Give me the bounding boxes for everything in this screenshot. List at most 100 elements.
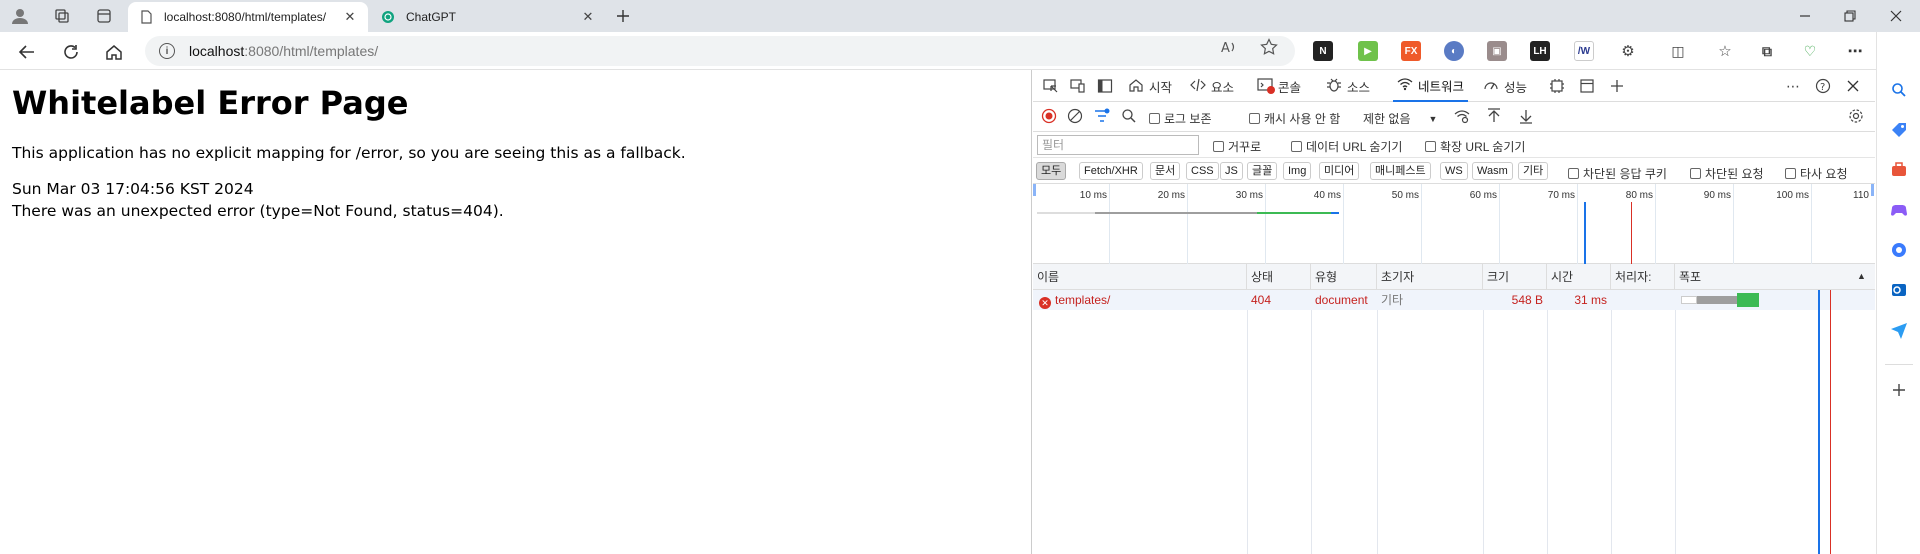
extensions-puzzle-icon[interactable]: ⚙: [1618, 41, 1638, 61]
type-filter-font[interactable]: 글꼴: [1247, 162, 1278, 180]
lh-extension-icon[interactable]: LH: [1530, 41, 1550, 61]
split-screen-icon[interactable]: ◫: [1668, 41, 1688, 61]
tools-briefcase-icon[interactable]: [1887, 158, 1911, 182]
more-menu-icon[interactable]: ⋯: [1845, 41, 1865, 61]
type-filter-ws[interactable]: WS: [1440, 162, 1468, 180]
profile-icon[interactable]: [8, 4, 32, 28]
column-type[interactable]: 유형: [1311, 264, 1377, 290]
table-row[interactable]: ✕ templates/ 404 document 기타 548 B 31 ms: [1033, 290, 1875, 310]
close-window-icon[interactable]: [1876, 4, 1916, 28]
read-aloud-icon[interactable]: A: [1220, 38, 1238, 60]
column-name[interactable]: 이름: [1033, 264, 1247, 290]
tab-network[interactable]: 네트워크: [1393, 70, 1469, 102]
address-bar[interactable]: i localhost:8080/html/templates/: [145, 36, 1295, 66]
outlook-icon[interactable]: [1887, 278, 1911, 302]
type-filter-other[interactable]: 기타: [1518, 162, 1549, 180]
throttle-select[interactable]: 제한 없음 ▼: [1363, 110, 1437, 127]
checkbox-box[interactable]: [1690, 168, 1701, 179]
type-filter-css[interactable]: CSS: [1186, 162, 1219, 180]
notion-extension-icon[interactable]: N: [1313, 41, 1333, 61]
column-initiator[interactable]: 초기자: [1377, 264, 1483, 290]
add-sidebar-app-icon[interactable]: [1887, 378, 1911, 402]
tab-elements[interactable]: 요소: [1190, 70, 1234, 102]
checkbox-box[interactable]: [1425, 141, 1436, 152]
type-filter-wasm[interactable]: Wasm: [1472, 162, 1513, 180]
site-info-icon[interactable]: i: [159, 43, 175, 59]
tab-console[interactable]: 콘솔: [1257, 70, 1301, 102]
favorites-icon[interactable]: ☆: [1715, 41, 1735, 61]
range-handle-left[interactable]: [1033, 184, 1036, 196]
close-tab-icon[interactable]: ✕: [580, 9, 596, 25]
hide-data-urls-checkbox[interactable]: 데이터 URL 숨기기: [1291, 138, 1402, 155]
search-icon[interactable]: [1887, 78, 1911, 102]
type-filter-fetch[interactable]: Fetch/XHR: [1079, 162, 1143, 180]
application-icon[interactable]: [1576, 76, 1598, 96]
close-tab-icon[interactable]: ✕: [342, 9, 358, 25]
fx-extension-icon[interactable]: FX: [1401, 41, 1421, 61]
tab-welcome[interactable]: 시작: [1128, 70, 1172, 102]
export-har-icon[interactable]: [1515, 106, 1537, 126]
tab-sources[interactable]: 소스: [1326, 70, 1370, 102]
refresh-icon[interactable]: [58, 39, 84, 65]
shield-extension-icon[interactable]: ◐: [1444, 41, 1464, 61]
browser-essentials-icon[interactable]: ♡: [1800, 41, 1820, 61]
request-name-cell[interactable]: ✕ templates/: [1035, 290, 1247, 310]
network-conditions-icon[interactable]: [1451, 106, 1473, 126]
tab-chatgpt[interactable]: ChatGPT ✕: [370, 2, 606, 32]
memory-icon[interactable]: [1546, 76, 1568, 96]
column-time[interactable]: 시간: [1547, 264, 1611, 290]
preserve-log-checkbox[interactable]: 로그 보존: [1149, 110, 1212, 127]
checkbox-box[interactable]: [1291, 141, 1302, 152]
import-har-icon[interactable]: [1483, 106, 1505, 126]
range-handle-right[interactable]: [1871, 184, 1874, 196]
type-filter-all[interactable]: 모두: [1036, 162, 1067, 180]
collections-icon[interactable]: ⧉: [1757, 41, 1777, 61]
invert-checkbox[interactable]: 거꾸로: [1213, 138, 1261, 155]
checkbox-box[interactable]: [1213, 141, 1224, 152]
games-icon[interactable]: [1887, 198, 1911, 222]
column-handler[interactable]: 처리자:: [1611, 264, 1675, 290]
record-stop-icon[interactable]: [1038, 106, 1060, 126]
restore-icon[interactable]: [1830, 4, 1870, 28]
blocked-cookies-checkbox[interactable]: 차단된 응답 쿠키: [1568, 165, 1667, 182]
close-devtools-icon[interactable]: [1842, 76, 1864, 96]
third-party-checkbox[interactable]: 타사 요청: [1785, 165, 1848, 182]
back-icon[interactable]: [14, 39, 40, 65]
filter-input[interactable]: 필터: [1037, 135, 1199, 155]
checkbox-box[interactable]: [1149, 113, 1160, 124]
disable-cache-checkbox[interactable]: 캐시 사용 안 함: [1249, 110, 1340, 127]
inspect-icon[interactable]: [1040, 76, 1062, 96]
search-icon[interactable]: [1118, 106, 1140, 126]
media-extension-icon[interactable]: ▶: [1358, 41, 1378, 61]
type-filter-js[interactable]: JS: [1220, 162, 1243, 180]
minimize-icon[interactable]: [1785, 4, 1825, 28]
filter-icon[interactable]: [1091, 106, 1113, 126]
photo-extension-icon[interactable]: ▣: [1487, 41, 1507, 61]
tab-performance[interactable]: 성능: [1483, 70, 1527, 102]
network-overview-timeline[interactable]: 10 ms 20 ms 30 ms 40 ms 50 ms 60 ms 70 m…: [1033, 184, 1875, 264]
help-icon[interactable]: ?: [1812, 76, 1834, 96]
devtools-more-icon[interactable]: ⋯: [1782, 76, 1804, 96]
column-waterfall[interactable]: 폭포: [1675, 264, 1875, 290]
workspaces-icon[interactable]: [50, 4, 74, 28]
tab-localhost[interactable]: localhost:8080/html/templates/ ✕: [128, 2, 368, 32]
clear-icon[interactable]: [1064, 106, 1086, 126]
translate-extension-icon[interactable]: /W: [1574, 41, 1594, 61]
hide-extension-urls-checkbox[interactable]: 확장 URL 숨기기: [1425, 138, 1525, 155]
network-settings-icon[interactable]: [1845, 106, 1867, 126]
type-filter-doc[interactable]: 문서: [1150, 162, 1181, 180]
type-filter-img[interactable]: Img: [1283, 162, 1312, 180]
send-icon[interactable]: [1887, 318, 1911, 342]
checkbox-box[interactable]: [1785, 168, 1796, 179]
shopping-tag-icon[interactable]: [1887, 118, 1911, 142]
column-size[interactable]: 크기: [1483, 264, 1547, 290]
type-filter-manifest[interactable]: 매니페스트: [1370, 162, 1431, 180]
checkbox-box[interactable]: [1568, 168, 1579, 179]
type-filter-media[interactable]: 미디어: [1319, 162, 1360, 180]
home-icon[interactable]: [101, 39, 127, 65]
blocked-requests-checkbox[interactable]: 차단된 요청: [1690, 165, 1764, 182]
microsoft365-icon[interactable]: [1887, 238, 1911, 262]
column-status[interactable]: 상태: [1247, 264, 1311, 290]
device-emulation-icon[interactable]: [1067, 76, 1089, 96]
dock-sidebar-icon[interactable]: [1094, 76, 1116, 96]
